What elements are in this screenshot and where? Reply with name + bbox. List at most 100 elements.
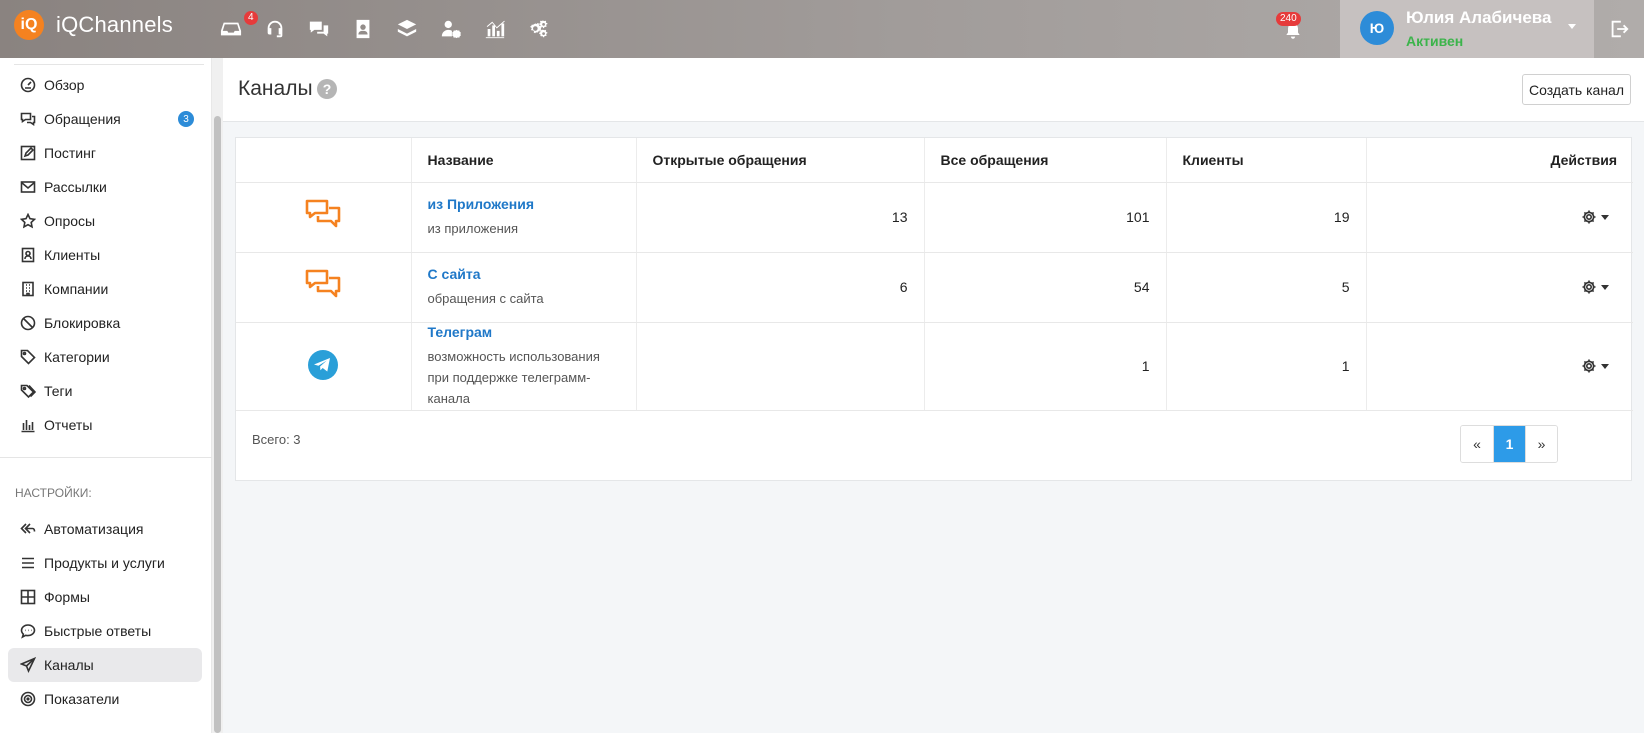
channel-icon-cell [236, 252, 412, 323]
actions-dropdown[interactable] [1581, 279, 1609, 295]
channel-link[interactable]: из Приложения [428, 196, 620, 212]
chat-icon [20, 112, 36, 126]
channel-description: обращения с сайта [427, 290, 544, 306]
sidebar-item-categories[interactable]: Категории [8, 340, 202, 374]
requests-badge: 3 [178, 111, 194, 127]
help-icon[interactable]: ? [317, 79, 337, 99]
sidebar-scrollbar[interactable] [212, 58, 223, 733]
pagination-next[interactable]: » [1525, 426, 1557, 462]
column-header-open-requests: Открытые обращения [636, 138, 925, 183]
chat-bubbles-icon[interactable] [306, 16, 332, 42]
sidebar-item-companies[interactable]: Компании [8, 272, 202, 306]
sidebar-item-clients[interactable]: Клиенты [8, 238, 202, 272]
sidebar-item-label: Отчеты [44, 417, 93, 433]
chevron-down-icon [1568, 24, 1576, 29]
user-menu[interactable]: Ю Юлия Алабичева Активен [1340, 0, 1594, 58]
tags-icon [20, 384, 36, 399]
notifications-bell[interactable]: 240 [1276, 12, 1306, 42]
app-logo[interactable]: iQ iQChannels [14, 10, 173, 40]
sidebar-item-products[interactable]: Продукты и услуги [8, 546, 202, 580]
table-header-row: Название Открытые обращения Все обращени… [236, 138, 1633, 183]
tag-icon [20, 349, 36, 365]
sidebar-item-metrics[interactable]: Показатели [8, 682, 202, 716]
chevron-down-icon [1601, 284, 1609, 290]
scrollbar-thumb[interactable] [214, 116, 221, 733]
total-count: Всего: 3 [252, 432, 301, 447]
logout-button[interactable] [1608, 18, 1630, 40]
grid-icon [20, 589, 36, 605]
sidebar-item-automation[interactable]: Автоматизация [8, 512, 202, 546]
sidebar-item-label: Обзор [44, 77, 85, 93]
sidebar: Обзор Обращения 3 Постинг Рассылки Опрос… [0, 58, 212, 733]
sidebar-item-surveys[interactable]: Опросы [8, 204, 202, 238]
contact-book-icon[interactable] [350, 16, 376, 42]
sidebar-item-channels[interactable]: Каналы [8, 648, 202, 682]
chevron-down-icon [1601, 214, 1609, 220]
user-name: Юлия Алабичева [1406, 8, 1552, 27]
channels-card: Название Открытые обращения Все обращени… [235, 137, 1633, 481]
send-icon [20, 657, 36, 673]
sidebar-item-reports[interactable]: Отчеты [8, 408, 202, 442]
bar-chart-icon [21, 420, 35, 433]
sidebar-item-label: Опросы [44, 213, 96, 229]
layers-icon[interactable] [394, 16, 420, 42]
table-row: Телеграм возможность использования при п… [236, 322, 1633, 411]
dashboard-icon [20, 77, 36, 93]
analytics-chart-icon[interactable] [482, 16, 508, 42]
column-header-actions: Действия [1366, 138, 1633, 183]
channel-description: из приложения [427, 220, 519, 236]
sidebar-item-label: Автоматизация [44, 521, 144, 537]
gear-icon [1582, 210, 1596, 224]
sidebar-item-requests[interactable]: Обращения 3 [8, 102, 202, 136]
list-icon [22, 557, 34, 569]
open-requests-count: 6 [636, 252, 925, 323]
all-requests-count: 101 [924, 182, 1167, 253]
sidebar-item-overview[interactable]: Обзор [8, 68, 202, 102]
logo-mark: iQ [14, 10, 44, 40]
sidebar-item-label: Показатели [44, 691, 120, 707]
gear-icon [1582, 280, 1596, 294]
column-header-all-requests: Все обращения [924, 138, 1167, 183]
gears-icon[interactable] [526, 16, 552, 42]
inbox-icon[interactable]: 4 [218, 11, 258, 42]
app-name: iQChannels [56, 12, 173, 37]
table-row: из Приложения из приложения 13 101 19 [236, 182, 1633, 253]
channels-table: Название Открытые обращения Все обращени… [236, 138, 1633, 411]
top-navbar: iQ iQChannels 4 240 Ю Юлия Алабичева Акт… [0, 0, 1644, 58]
sidebar-item-posting[interactable]: Постинг [8, 136, 202, 170]
actions-dropdown[interactable] [1581, 209, 1609, 225]
sidebar-item-label: Постинг [44, 145, 96, 161]
pagination-page[interactable]: 1 [1493, 426, 1525, 462]
actions-cell [1366, 322, 1633, 411]
block-icon [20, 315, 36, 331]
notifications-badge: 240 [1276, 12, 1301, 26]
chat-bubbles-icon [305, 199, 341, 237]
automation-icon [20, 523, 36, 534]
clients-count: 19 [1166, 182, 1367, 253]
clients-count: 1 [1166, 322, 1367, 411]
sidebar-item-label: Компании [44, 281, 109, 297]
actions-cell [1366, 182, 1633, 253]
channel-description: возможность использования при поддержке … [427, 348, 600, 406]
avatar: Ю [1360, 11, 1394, 45]
sidebar-item-blocking[interactable]: Блокировка [8, 306, 202, 340]
user-settings-icon[interactable] [438, 16, 464, 42]
channel-link[interactable]: С сайта [428, 266, 620, 282]
create-channel-button[interactable]: Создать канал [1522, 74, 1631, 105]
channel-link[interactable]: Телеграм [428, 324, 620, 340]
target-icon [20, 691, 36, 707]
settings-section-title: НАСТРОЙКИ: [15, 486, 92, 500]
all-requests-count: 54 [924, 252, 1167, 323]
sidebar-item-mailings[interactable]: Рассылки [8, 170, 202, 204]
sidebar-item-forms[interactable]: Формы [8, 580, 202, 614]
sidebar-item-quick-replies[interactable]: Быстрые ответы [8, 614, 202, 648]
sidebar-item-tags[interactable]: Теги [8, 374, 202, 408]
pagination-prev[interactable]: « [1461, 426, 1493, 462]
sidebar-item-label: Категории [44, 349, 110, 365]
headset-icon[interactable] [262, 16, 288, 42]
sidebar-item-label: Теги [44, 383, 73, 399]
pagination: « 1 » [1460, 425, 1558, 463]
sidebar-item-label: Клиенты [44, 247, 101, 263]
sidebar-divider [0, 457, 212, 458]
actions-dropdown[interactable] [1581, 358, 1609, 374]
